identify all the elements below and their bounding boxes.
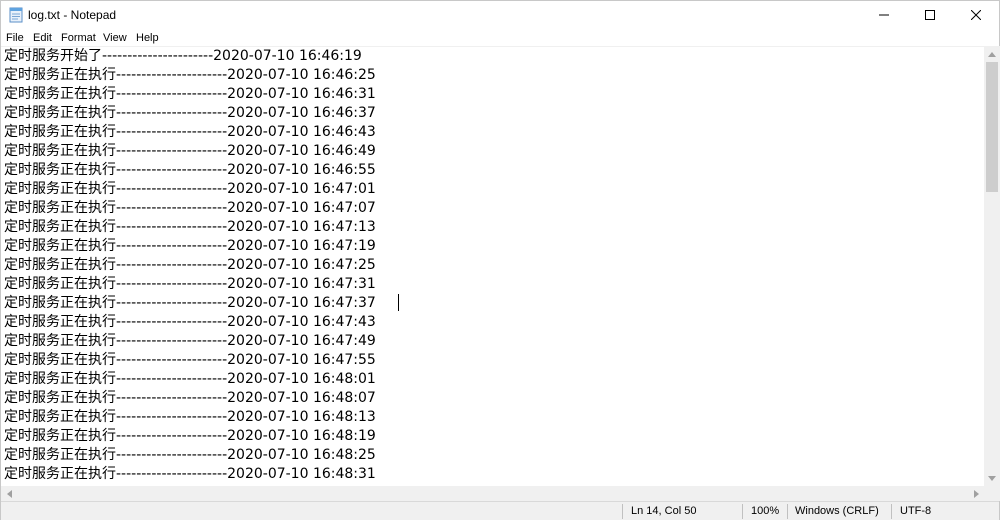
text-line: 定时服务正在执行----------------------2020-07-10…	[4, 409, 376, 425]
maximize-icon	[925, 10, 935, 20]
horizontal-scrollbar[interactable]	[1, 486, 984, 501]
text-caret	[398, 294, 399, 311]
text-line: 定时服务正在执行----------------------2020-07-10…	[4, 390, 376, 406]
notepad-icon	[9, 7, 23, 23]
text-line: 定时服务正在执行----------------------2020-07-10…	[4, 333, 376, 349]
menu-bar: File Edit Format View Help	[1, 29, 999, 47]
menu-edit[interactable]: Edit	[33, 30, 52, 46]
text-line: 定时服务正在执行----------------------2020-07-10…	[4, 219, 376, 235]
text-editor[interactable]: 定时服务开始了----------------------2020-07-10 …	[1, 46, 984, 486]
scroll-right-arrow[interactable]	[968, 486, 984, 501]
text-line: 定时服务正在执行----------------------2020-07-10…	[4, 105, 376, 121]
menu-format[interactable]: Format	[61, 30, 96, 46]
status-separator	[787, 504, 788, 519]
maximize-button[interactable]	[907, 1, 953, 29]
text-line: 定时服务正在执行----------------------2020-07-10…	[4, 314, 376, 330]
text-line: 定时服务正在执行----------------------2020-07-10…	[4, 466, 376, 482]
notepad-window: log.txt - Notepad File Edit Format View …	[0, 0, 1000, 520]
menu-file[interactable]: File	[6, 30, 24, 46]
text-line: 定时服务正在执行----------------------2020-07-10…	[4, 124, 376, 140]
minimize-button[interactable]	[861, 1, 907, 29]
menu-help[interactable]: Help	[136, 30, 159, 46]
chevron-left-icon	[6, 489, 12, 498]
window-title: log.txt - Notepad	[28, 8, 117, 22]
scrollbar-corner	[984, 486, 1000, 501]
status-cursor-position: Ln 14, Col 50	[631, 505, 697, 517]
minimize-icon	[879, 14, 889, 16]
menu-view[interactable]: View	[103, 30, 127, 46]
text-line: 定时服务正在执行----------------------2020-07-10…	[4, 181, 376, 197]
close-icon	[971, 10, 981, 20]
status-separator	[742, 504, 743, 519]
vertical-scroll-thumb[interactable]	[986, 62, 998, 192]
status-separator	[891, 504, 892, 519]
text-line: 定时服务正在执行----------------------2020-07-10…	[4, 200, 376, 216]
scroll-down-arrow[interactable]	[984, 470, 1000, 486]
status-line-ending: Windows (CRLF)	[795, 505, 879, 517]
text-line: 定时服务正在执行----------------------2020-07-10…	[4, 143, 376, 159]
text-line: 定时服务正在执行----------------------2020-07-10…	[4, 371, 376, 387]
status-zoom: 100%	[751, 505, 780, 517]
text-line: 定时服务正在执行----------------------2020-07-10…	[4, 162, 376, 178]
chevron-up-icon	[988, 51, 996, 57]
status-bar: Ln 14, Col 50 100% Windows (CRLF) UTF-8	[1, 501, 999, 520]
chevron-right-icon	[973, 489, 979, 498]
text-line: 定时服务正在执行----------------------2020-07-10…	[4, 67, 376, 83]
chevron-down-icon	[988, 475, 996, 481]
text-line: 定时服务正在执行----------------------2020-07-10…	[4, 295, 376, 311]
status-encoding: UTF-8	[900, 505, 932, 517]
text-line: 定时服务正在执行----------------------2020-07-10…	[4, 238, 376, 254]
vertical-scrollbar[interactable]	[984, 46, 1000, 486]
scroll-left-arrow[interactable]	[1, 486, 17, 501]
text-line: 定时服务正在执行----------------------2020-07-10…	[4, 352, 376, 368]
text-line: 定时服务正在执行----------------------2020-07-10…	[4, 86, 376, 102]
text-line: 定时服务正在执行----------------------2020-07-10…	[4, 257, 376, 273]
status-separator	[622, 504, 623, 519]
close-button[interactable]	[953, 1, 999, 29]
scroll-up-arrow[interactable]	[984, 46, 1000, 62]
text-line: 定时服务正在执行----------------------2020-07-10…	[4, 276, 376, 292]
text-line: 定时服务正在执行----------------------2020-07-10…	[4, 447, 376, 463]
title-bar[interactable]: log.txt - Notepad	[1, 1, 999, 29]
text-line: 定时服务开始了----------------------2020-07-10 …	[4, 48, 362, 64]
text-line: 定时服务正在执行----------------------2020-07-10…	[4, 428, 376, 444]
